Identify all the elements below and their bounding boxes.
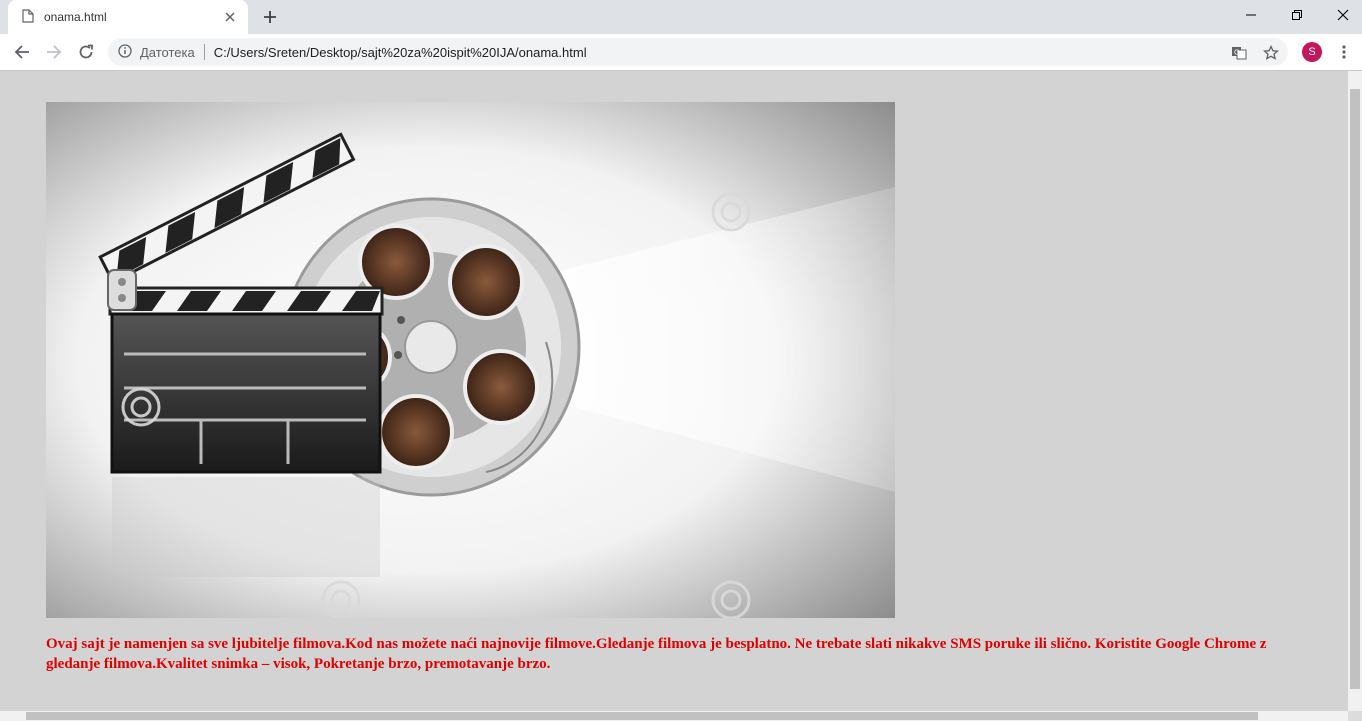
intro-line-2: gledanje filmova.Kvalitet snimka – visok…: [46, 656, 551, 672]
vertical-scrollbar[interactable]: [1348, 71, 1362, 711]
film-clapperboard-reel-icon: [46, 102, 895, 618]
more-menu-icon[interactable]: [1334, 40, 1354, 64]
forward-button[interactable]: [40, 38, 68, 66]
address-bar[interactable]: Датотека C:/Users/Sreten/Desktop/sajt%20…: [108, 38, 1288, 66]
url-text[interactable]: C:/Users/Sreten/Desktop/sajt%20za%20ispi…: [214, 45, 587, 60]
horizontal-scrollbar[interactable]: [0, 711, 1348, 721]
translate-icon[interactable]: G: [1230, 44, 1248, 62]
hero-image: [46, 102, 895, 618]
divider: [203, 44, 205, 60]
tab-title: onama.html: [44, 10, 107, 24]
info-icon[interactable]: [118, 43, 132, 62]
browser-toolbar: Датотека C:/Users/Sreten/Desktop/sajt%20…: [0, 34, 1362, 71]
tab-strip: onama.html: [0, 0, 1362, 34]
tab-onama[interactable]: onama.html: [8, 0, 248, 34]
file-icon: [22, 8, 34, 27]
horizontal-scroll-thumb[interactable]: [26, 712, 1258, 720]
restore-button[interactable]: [1274, 0, 1320, 30]
back-button[interactable]: [8, 38, 36, 66]
reload-button[interactable]: [72, 38, 100, 66]
close-icon[interactable]: [222, 9, 238, 25]
scrollbar-corner: [1348, 711, 1362, 721]
bookmark-star-icon[interactable]: [1262, 44, 1280, 62]
avatar[interactable]: S: [1302, 42, 1322, 62]
security-label: Датотека: [140, 44, 195, 60]
minimize-button[interactable]: [1228, 0, 1274, 30]
new-tab-button[interactable]: [256, 5, 284, 29]
svg-text:G: G: [1234, 49, 1239, 57]
intro-line-1: Ovaj sajt je namenjen sa sve ljubitelje …: [46, 636, 1267, 652]
close-window-button[interactable]: [1320, 0, 1362, 30]
vertical-scroll-thumb[interactable]: [1350, 89, 1360, 689]
intro-paragraph: Ovaj sajt je namenjen sa sve ljubitelje …: [46, 634, 1346, 674]
